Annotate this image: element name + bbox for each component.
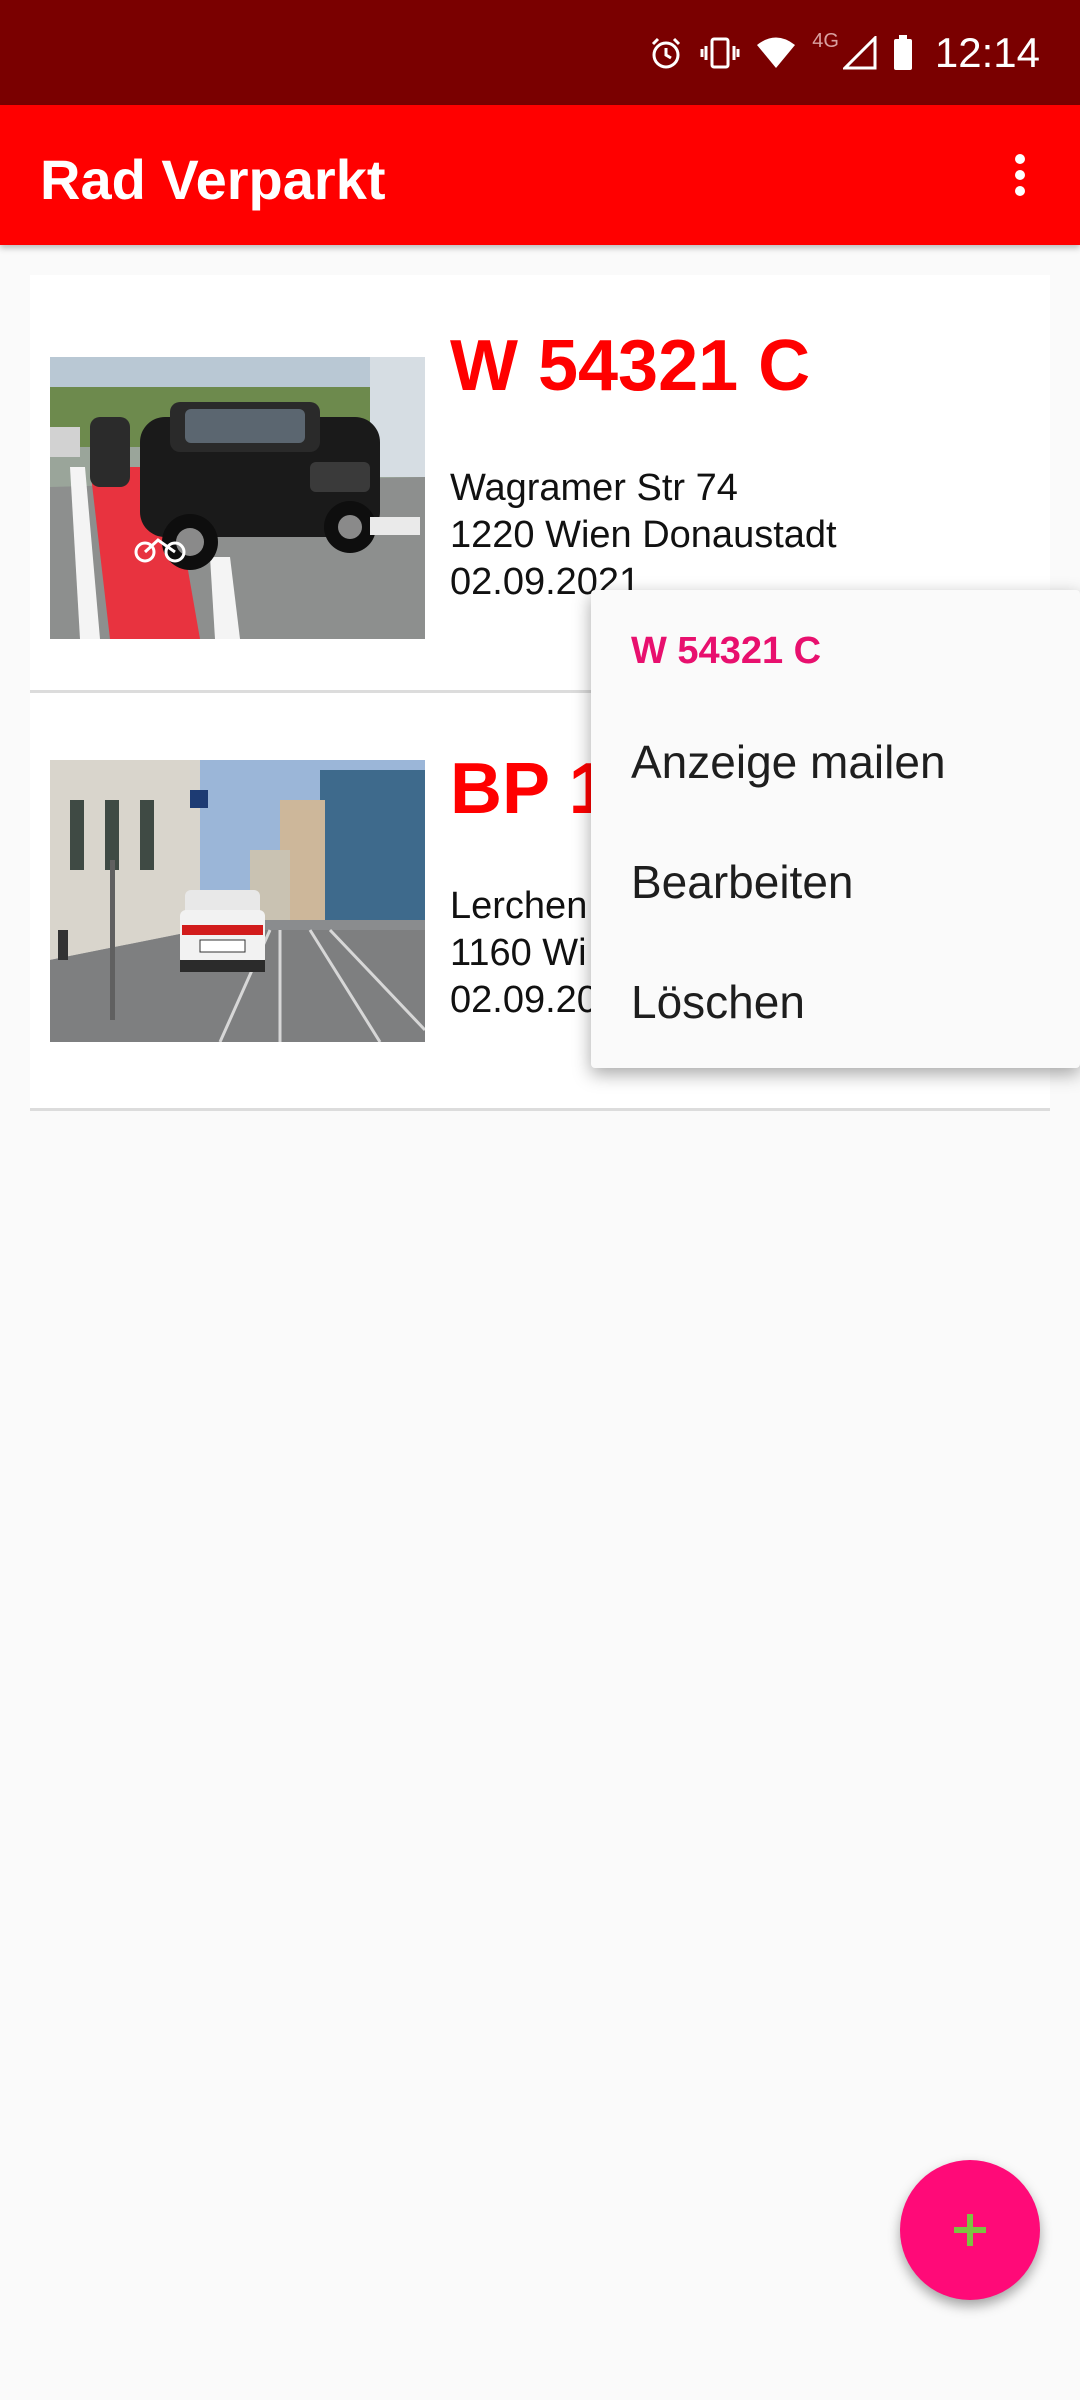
alarm-icon [652, 37, 681, 69]
wifi-icon [757, 37, 796, 68]
menu-item-label: Anzeige mailen [631, 736, 946, 788]
status-bar: 4G 12:14 [0, 0, 1080, 105]
report-street: Wagramer Str 74 [450, 467, 738, 509]
signal-icon [842, 36, 877, 70]
menu-item-edit[interactable]: Bearbeiten [591, 825, 1080, 935]
report-details: Wagramer Str 74 1220 Wien Donaustadt 02.… [450, 465, 837, 606]
more-vert-icon [1015, 154, 1025, 196]
status-icons: 4G 12:14 [648, 28, 1040, 78]
report-city: 1220 Wien Donaustadt [450, 514, 837, 556]
vibrate-icon [700, 37, 740, 69]
network-type-label: 4G [812, 29, 839, 52]
report-date: 02.09.20 [450, 979, 598, 1021]
status-time: 12:14 [934, 29, 1040, 76]
report-photo [50, 357, 425, 639]
license-plate: W 54321 C [450, 326, 811, 406]
menu-item-delete[interactable]: Löschen [591, 945, 1080, 1055]
context-menu-header: W 54321 C [631, 630, 822, 672]
add-report-button[interactable] [900, 2160, 1040, 2300]
report-details: Lerchen 1160 Wi 02.09.20 [450, 883, 598, 1024]
context-menu: W 54321 C Anzeige mailen Bearbeiten Lösc… [591, 590, 1080, 1068]
app-title: Rad Verparkt [40, 148, 386, 211]
add-icon [954, 2214, 986, 2246]
menu-item-label: Bearbeiten [631, 856, 854, 908]
app-bar: Rad Verparkt [0, 105, 1080, 245]
license-plate: BP 1 [450, 749, 609, 829]
menu-item-label: Löschen [631, 976, 805, 1028]
battery-icon [893, 35, 912, 70]
menu-item-mail-report[interactable]: Anzeige mailen [591, 705, 1080, 815]
report-street: Lerchen [450, 885, 588, 927]
report-city: 1160 Wi [450, 932, 587, 974]
report-photo [50, 760, 425, 1042]
overflow-menu-button[interactable] [990, 145, 1050, 205]
